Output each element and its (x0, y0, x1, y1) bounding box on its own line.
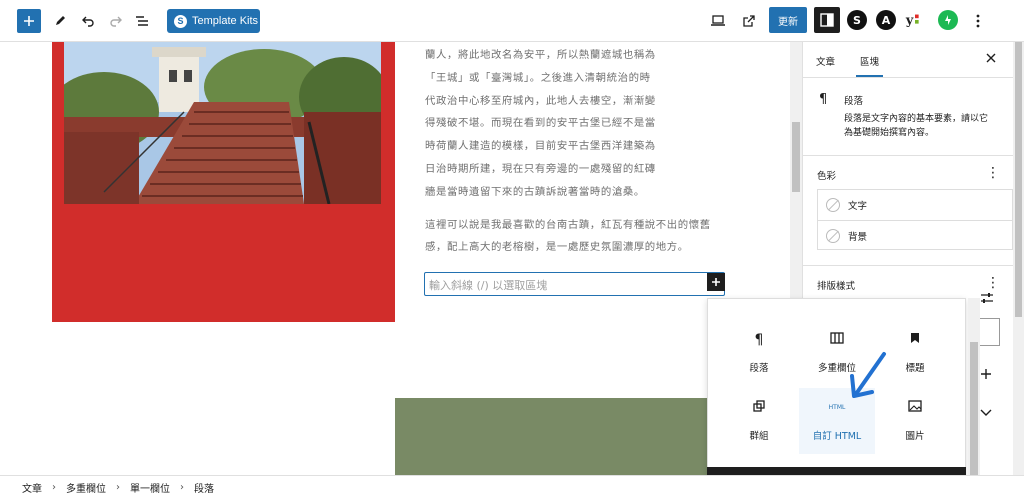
paragraph-1[interactable]: 蘭人，將此地改名為安平，所以熱蘭遮城也稱為 「王城」或「臺灣城」。之後進入清朝統… (425, 44, 725, 204)
paragraph-2[interactable]: 這裡可以說是我最喜歡的台南古蹟，紅瓦有種說不出的懷舊 感，配上高大的老榕樹，是一… (425, 214, 725, 260)
vertical-dots-icon (976, 14, 980, 28)
undo-button[interactable] (76, 9, 100, 33)
undo-icon (82, 16, 94, 27)
color-options-list: 文字 背景 (817, 189, 1013, 250)
breadcrumb-item[interactable]: 段落 (194, 480, 214, 495)
group-icon (753, 400, 765, 416)
jetpack-plugin-icon[interactable] (938, 10, 958, 30)
typography-options-button[interactable]: ⋮ (986, 276, 1000, 290)
block-card: ¶ 段落 段落是文字內容的基本要素，請以它 為基礎開始撰寫內容。 (803, 78, 1024, 156)
inserter-item-heading[interactable]: 標題 (877, 320, 953, 386)
editor-toolbar: S Template Kits 更新 S A y (0, 0, 1024, 42)
breadcrumb-item[interactable]: 單一欄位 (130, 480, 170, 495)
color-panel-title: 色彩 (817, 171, 837, 182)
list-view-button[interactable] (130, 9, 154, 33)
yoast-seo-icon[interactable]: y (905, 10, 925, 30)
background-color-label: 背景 (848, 231, 868, 243)
sidebar-scrollbar[interactable] (1013, 42, 1024, 475)
columns-icon (830, 332, 844, 348)
update-button[interactable]: 更新 (769, 7, 807, 33)
inserter-item-label: 群組 (749, 431, 769, 442)
laptop-icon (711, 15, 725, 26)
redo-icon (110, 16, 122, 27)
inserter-item-label: 自訂 HTML (812, 431, 862, 442)
block-card-description: 段落是文字內容的基本要素，請以它 為基礎開始撰寫內容。 (844, 114, 989, 138)
empty-swatch-icon (826, 198, 840, 212)
typography-settings-icon[interactable] (980, 292, 994, 308)
breadcrumb-item[interactable]: 多重欄位 (66, 480, 106, 495)
canvas-scrollbar[interactable] (790, 42, 802, 299)
block-placeholder-input[interactable]: 輸入斜線 (/) 以選取區塊 (424, 272, 725, 296)
anping-fort-photo[interactable] (64, 42, 381, 204)
annotation-arrow-icon (850, 352, 886, 398)
paragraph-icon: ¶ (754, 332, 764, 348)
chevron-right-icon: › (116, 481, 120, 493)
astra-plugin-icon[interactable]: A (876, 10, 896, 30)
text-color-label: 文字 (848, 201, 868, 212)
breadcrumb: 文章 › 多重欄位 › 單一欄位 › 段落 (0, 475, 1024, 498)
tab-post[interactable]: 文章 (816, 54, 835, 68)
template-kits-button[interactable]: S Template Kits (167, 9, 260, 33)
template-kits-label: Template Kits (192, 15, 259, 27)
image-icon (908, 400, 922, 416)
breadcrumb-item[interactable]: 文章 (22, 480, 42, 495)
redo-button[interactable] (104, 9, 128, 33)
editor-canvas: 蘭人，將此地改名為安平，所以熱蘭遮城也稱為 「王城」或「臺灣城」。之後進入清朝統… (0, 42, 790, 475)
inserter-item-paragraph[interactable]: ¶ 段落 (721, 320, 797, 386)
plus-icon (24, 16, 34, 26)
tab-block[interactable]: 區塊 (855, 54, 884, 77)
color-panel: 色彩 ⋮ 文字 背景 (803, 156, 1024, 266)
inserter-scrollbar[interactable] (968, 298, 980, 498)
plus-icon (712, 278, 720, 286)
more-options-button[interactable] (966, 9, 990, 33)
list-view-icon (136, 16, 148, 26)
view-post-button[interactable] (737, 9, 761, 33)
paragraph-icon: ¶ (819, 92, 828, 107)
background-color-option[interactable]: 背景 (818, 220, 1012, 250)
external-link-icon (743, 15, 755, 27)
text-color-option[interactable]: 文字 (818, 190, 1012, 220)
inserter-item-label: 標題 (905, 363, 925, 374)
close-icon (986, 53, 996, 63)
svg-text:y: y (905, 13, 914, 28)
add-panel-item-icon[interactable] (980, 368, 992, 384)
paragraph-text-block[interactable]: 蘭人，將此地改名為安平，所以熱蘭遮城也稱為 「王城」或「臺灣城」。之後進入清朝統… (425, 44, 725, 259)
stackable-plugin-icon[interactable]: S (847, 10, 867, 30)
add-block-button[interactable] (17, 9, 41, 33)
inserter-item-image[interactable]: 圖片 (877, 388, 953, 454)
inserter-item-label: 圖片 (905, 431, 925, 442)
typography-panel-title: 排版樣式 (817, 281, 856, 292)
chevron-right-icon: › (180, 481, 184, 493)
chevron-down-icon[interactable] (980, 405, 992, 421)
inserter-item-label: 段落 (749, 363, 769, 374)
close-sidebar-button[interactable] (986, 51, 996, 67)
inline-add-block-button[interactable] (707, 273, 725, 291)
chevron-right-icon: › (52, 481, 56, 493)
html-icon: HTML (828, 404, 846, 411)
preview-device-button[interactable] (706, 9, 730, 33)
bookmark-icon (910, 332, 920, 348)
block-card-title: 段落 (844, 96, 864, 107)
color-panel-options-button[interactable]: ⋮ (986, 166, 1000, 180)
font-size-input[interactable] (980, 318, 1000, 346)
edit-tool-button[interactable] (48, 9, 72, 33)
inserter-item-group[interactable]: 群組 (721, 388, 797, 454)
sidebar-icon (820, 13, 834, 27)
sidebar-tabs: 文章 區塊 (803, 42, 1024, 78)
empty-swatch-icon (826, 228, 840, 243)
template-kits-logo-icon: S (174, 14, 187, 28)
settings-toggle-button[interactable] (814, 7, 840, 33)
pencil-icon (56, 16, 65, 25)
